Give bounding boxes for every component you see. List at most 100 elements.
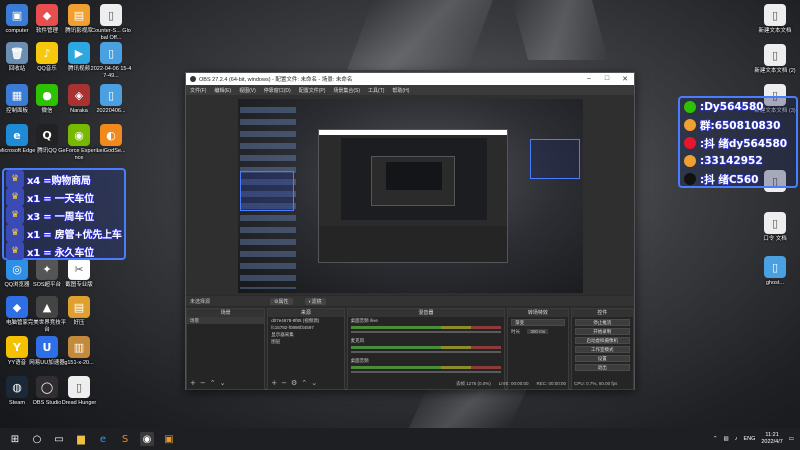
app-icon: ▯ — [764, 44, 786, 66]
control-button[interactable]: 工作室模式 — [574, 346, 630, 353]
volume-icon[interactable]: ♪ — [735, 436, 738, 442]
edge-icon[interactable]: e — [96, 432, 110, 446]
transitions-dock: 转场特效 渐变 时长 300 ms — [507, 308, 569, 390]
nested-banner — [240, 171, 294, 211]
dropped-frames-status: 丢帧 1276 (0.0%) — [456, 381, 491, 386]
source-item[interactable]: 图层 — [268, 338, 343, 345]
stream-overlay-contacts: :Dy564580 群:650810830:抖 绪dy564580:3314295… — [678, 96, 798, 188]
menu-item[interactable]: 编辑(E) — [214, 87, 231, 94]
menu-item[interactable]: 文件(F) — [190, 87, 206, 94]
control-button[interactable]: 启动虚拟摄像机 — [574, 337, 630, 344]
menu-item[interactable]: 配置文件(P) — [299, 87, 326, 94]
menu-item[interactable]: 帮助(H) — [392, 87, 409, 94]
app-icon: ▤ — [68, 296, 90, 318]
transition-select[interactable]: 渐变 — [511, 319, 565, 326]
source-item[interactable]: 显示器采集 — [268, 331, 343, 338]
taskbar: ⊞ ○ ▭ ▆ e S ◉ ▣ ⌃ ▥ ♪ ENG 11:21 2022/4/7… — [0, 428, 800, 450]
desktop-icon[interactable]: ▥ g151-x-20... — [58, 336, 100, 367]
control-button[interactable]: 停止推流 — [574, 319, 630, 326]
menu-item[interactable]: 工具(T) — [368, 87, 384, 94]
duration-row: 时长 300 ms — [508, 328, 567, 335]
app-icon: ◐ — [100, 124, 122, 146]
tray-overflow-icon[interactable]: ⌃ — [713, 436, 718, 442]
desktop-icon[interactable]: ▯ 新建文本文档 — [754, 4, 796, 35]
properties-button[interactable]: ⚙属性 — [270, 297, 293, 305]
desktop-icon-label: 口令 文档 — [763, 236, 787, 242]
crown-icon: ♛ — [6, 170, 24, 188]
obs-statusbar: 丢帧 1276 (0.0%) LIVE: 00:00:00 REC: 00:00… — [456, 381, 617, 387]
add-source-button[interactable]: + — [271, 379, 277, 387]
scene-item[interactable]: 场景 — [187, 317, 265, 324]
app-icon: ◎ — [6, 258, 28, 280]
desktop-icon[interactable]: ▯ 20220406... — [90, 84, 132, 115]
contact-text: :Dy564580 — [699, 100, 764, 113]
move-down-icon[interactable]: ⌄ — [220, 379, 226, 387]
network-icon[interactable]: ▥ — [724, 436, 729, 442]
move-up-icon[interactable]: ⌃ — [210, 379, 216, 387]
notification-icon[interactable]: ▭ — [789, 436, 794, 442]
mixer-track-label: 桌面音频 /live — [350, 318, 378, 323]
app-icon: ▤ — [68, 4, 90, 26]
app-icon: ◯ — [36, 376, 58, 398]
obs-titlebar[interactable]: OBS 27.2.4 (64-bit, windows) - 配置文件: 未命名… — [186, 73, 634, 85]
contact-row: 群:650810830 — [680, 116, 796, 134]
banner-text: x4 =购物商局 — [26, 175, 91, 187]
control-button[interactable]: 设置 — [574, 355, 630, 362]
windows-start-icon[interactable]: ⊞ — [8, 432, 22, 446]
crown-icon: ♛ — [6, 224, 24, 242]
remove-source-button[interactable]: − — [281, 379, 287, 387]
add-scene-button[interactable]: + — [190, 379, 196, 387]
source-item[interactable]: d07e4678-8f85 (视频源) — [268, 317, 343, 324]
source-item[interactable]: fc15782-f0896f34597 — [268, 324, 343, 331]
desktop-icon[interactable]: ▯ Counter-S... Global Off... — [90, 4, 132, 42]
move-down-icon[interactable]: ⌄ — [311, 379, 317, 387]
filters-button[interactable]: ◐滤镜 — [304, 297, 326, 305]
sogou-icon[interactable]: S — [118, 432, 132, 446]
desktop-icon[interactable]: ▯ 新建文本文档 (2) — [754, 44, 796, 75]
app-icon[interactable]: ▣ — [162, 432, 176, 446]
crown-icon: ♛ — [6, 206, 24, 224]
menu-item[interactable]: 停靠窗口(D) — [264, 87, 291, 94]
maximize-button[interactable]: □ — [598, 75, 616, 83]
clock[interactable]: 11:21 2022/4/7 — [761, 432, 782, 446]
app-icon: ◆ — [6, 296, 28, 318]
weibo-icon — [684, 137, 696, 149]
move-up-icon[interactable]: ⌃ — [301, 379, 307, 387]
app-icon: ● — [36, 84, 58, 106]
search-icon[interactable]: ○ — [30, 432, 44, 446]
wechat-icon — [684, 101, 696, 113]
menu-item[interactable]: 视图(V) — [239, 87, 256, 94]
duration-input[interactable]: 300 ms — [527, 329, 549, 334]
volume-slider[interactable] — [350, 371, 502, 373]
close-button[interactable]: ✕ — [616, 75, 634, 83]
control-button[interactable]: 退出 — [574, 364, 630, 371]
duration-label: 时长 — [511, 329, 521, 334]
control-button[interactable]: 开始录制 — [574, 328, 630, 335]
minimize-button[interactable]: – — [580, 75, 598, 83]
app-icon: ▥ — [68, 336, 90, 358]
source-settings-icon[interactable]: ⚙ — [291, 379, 297, 387]
volume-slider[interactable] — [350, 351, 502, 353]
app-icon: ▦ — [6, 84, 28, 106]
taskview-icon[interactable]: ▭ — [52, 432, 66, 446]
menu-item[interactable]: 场景集合(S) — [333, 87, 360, 94]
language-indicator[interactable]: ENG — [743, 436, 755, 442]
obs-icon[interactable]: ◉ — [140, 432, 154, 446]
scenes-dock-title: 场景 — [187, 309, 265, 317]
desktop-icon[interactable]: ▤ 好压 — [58, 296, 100, 327]
obs-menubar: 文件(F) 编辑(E) 视图(V) 停靠窗口(D) 配置文件(P) 场景集合(S) 工具(T… — [186, 85, 634, 95]
preview-area — [186, 95, 634, 295]
desktop-icon[interactable]: ◐ LeiGodSe... — [90, 124, 132, 155]
desktop-icon-label: g151-x-20... — [64, 360, 94, 366]
obs-window: OBS 27.2.4 (64-bit, windows) - 配置文件: 未命名… — [185, 72, 635, 390]
desktop-icon[interactable]: ▯ Dread Hunger — [58, 376, 100, 407]
desktop-icon[interactable]: ▯ 2022-04-06 15-47-49... — [90, 42, 132, 80]
stream-preview[interactable] — [238, 99, 583, 293]
no-source-selected-label: 未选择源 — [190, 298, 211, 305]
remove-scene-button[interactable]: − — [200, 379, 206, 387]
desktop-icon[interactable]: ✂ 截图专业版 — [58, 258, 100, 289]
file-explorer-icon[interactable]: ▆ — [74, 432, 88, 446]
volume-slider[interactable] — [350, 331, 502, 333]
desktop-icon[interactable]: ▯ 口令 文档 — [754, 212, 796, 243]
desktop-icon[interactable]: ▯ ghost... — [754, 256, 796, 287]
